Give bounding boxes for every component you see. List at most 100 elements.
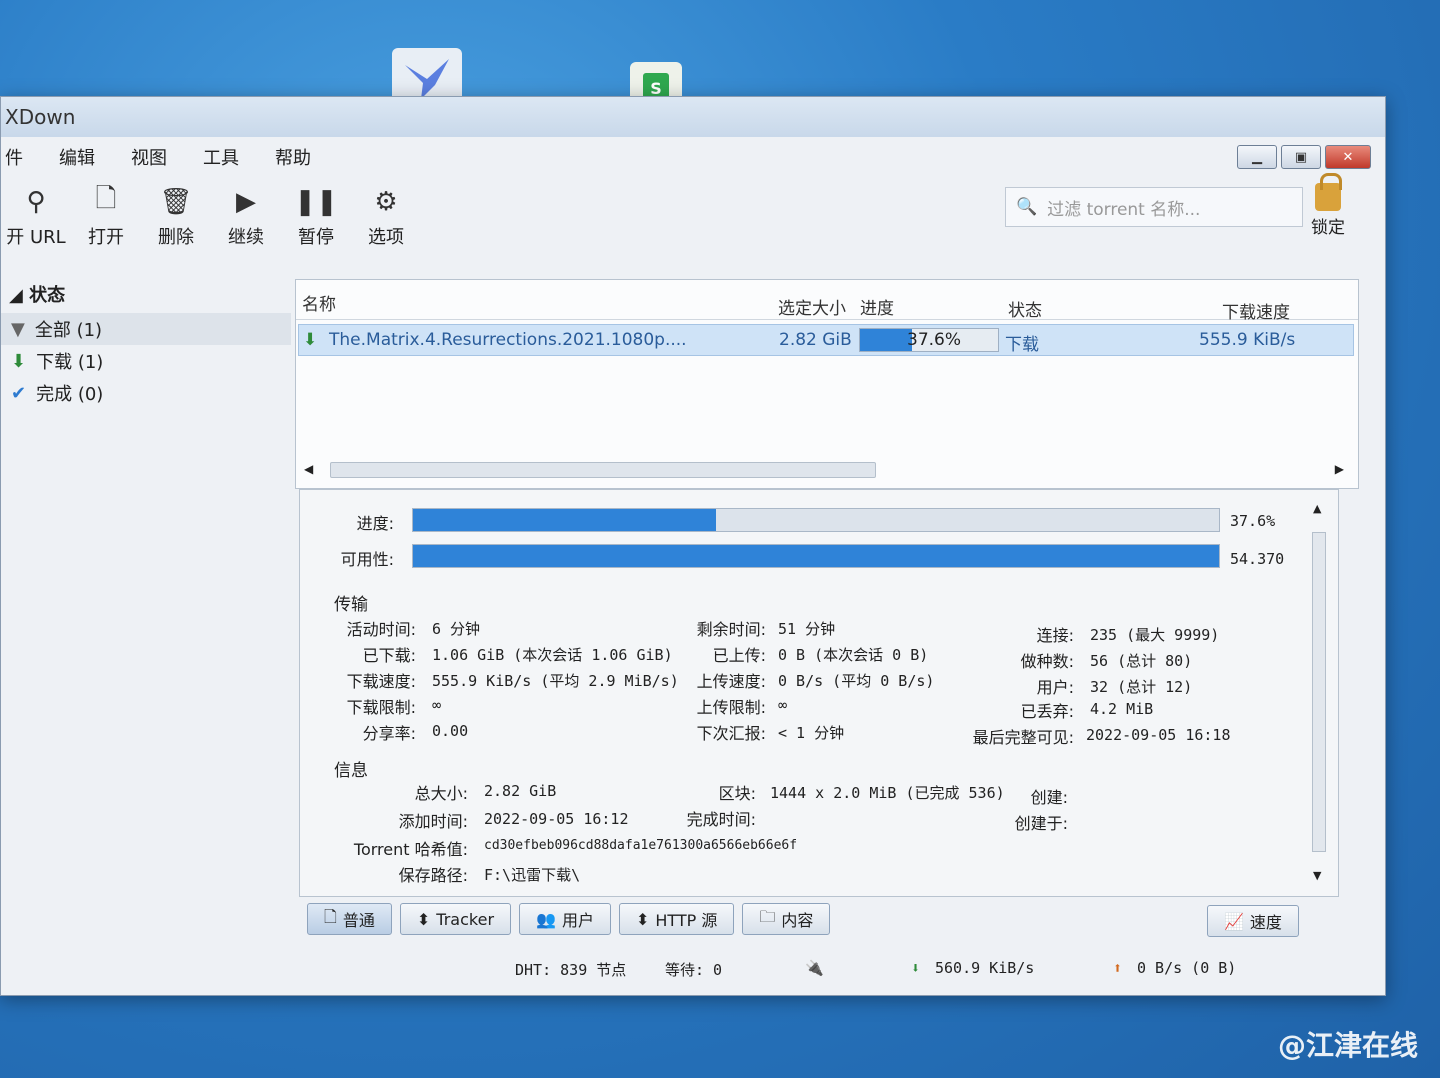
peers-label: 用户: xyxy=(1036,678,1074,697)
column-size[interactable]: 选定大小 xyxy=(778,294,846,319)
pause-button[interactable]: ❚❚ 暂停 xyxy=(281,187,351,249)
open-url-label: 开 URL xyxy=(6,227,66,248)
menu-edit[interactable]: 编辑 xyxy=(55,144,99,170)
download-arrow-icon: ⬇ xyxy=(303,330,318,350)
tab-content[interactable]: 🗀 内容 xyxy=(742,903,831,935)
active-time-label: 活动时间: xyxy=(346,620,416,639)
open-file-button[interactable]: 🗋 打开 xyxy=(71,184,141,249)
connections-label: 连接: xyxy=(1036,626,1074,645)
row-progress-fill xyxy=(860,329,912,351)
column-status[interactable]: 状态 xyxy=(1008,296,1042,321)
eta-label: 剩余时间: xyxy=(696,620,766,639)
download-speed-status[interactable]: 560.9 KiB/s xyxy=(935,959,1034,977)
uploaded-label: 已上传: xyxy=(712,646,766,665)
downloaded-value: 1.06 GiB (本次会话 1.06 GiB) xyxy=(432,646,673,664)
tab-general[interactable]: 🗋 普通 xyxy=(307,903,392,935)
info-section-title: 信息 xyxy=(334,761,368,781)
open-url-button[interactable]: ⚲ 开 URL xyxy=(1,187,71,249)
toolbar: ⚲ 开 URL 🗋 打开 🗑 删除 ▶ 继续 ❚❚ 暂停 ⚙ 选项 🔍 过滤 t… xyxy=(1,173,1385,259)
added-value: 2022-09-05 16:12 xyxy=(484,810,629,828)
reannounce-value: < 1 分钟 xyxy=(778,724,845,742)
tab-label: 速度 xyxy=(1249,913,1282,932)
column-name[interactable]: 名称 xyxy=(302,290,336,315)
eta-value: 51 分钟 xyxy=(778,620,836,638)
transfer-section-title: 传输 xyxy=(334,595,368,615)
tab-peers[interactable]: 👥 用户 xyxy=(519,903,611,935)
watermark: @江津在线 xyxy=(1277,1029,1418,1062)
scroll-right-icon: ▶ xyxy=(1334,462,1344,476)
connection-plug-icon[interactable]: 🔌 xyxy=(805,959,824,977)
lock-button[interactable]: 锁定 xyxy=(1311,173,1345,238)
sidebar-item-downloading[interactable]: ⬇ 下载 (1) xyxy=(1,345,291,377)
lock-label: 锁定 xyxy=(1311,218,1345,238)
column-speed[interactable]: 下载速度 xyxy=(1222,298,1290,323)
filter-input[interactable]: 🔍 过滤 torrent 名称... xyxy=(1005,187,1303,227)
waiting-status: 等待: 0 xyxy=(665,961,723,979)
scroll-up-icon: ▲ xyxy=(1313,502,1322,515)
availability-value: 54.370 xyxy=(1230,550,1285,568)
tab-label: Tracker xyxy=(436,909,495,929)
hash-value: cd30efbeb096cd88dafa1e761300a6566eb66e6f xyxy=(484,838,798,853)
check-icon: ✔ xyxy=(11,382,27,404)
maximize-button[interactable]: ▣ xyxy=(1281,145,1321,169)
menu-view[interactable]: 视图 xyxy=(127,144,171,170)
ul-speed-value: 0 B/s (平均 0 B/s) xyxy=(778,672,935,690)
created-on-label: 创建于: xyxy=(1014,814,1068,833)
upload-speed-icon: ⬆ xyxy=(1113,959,1123,977)
dht-status: DHT: 839 节点 xyxy=(515,961,627,979)
tab-label: 普通 xyxy=(342,911,375,930)
scrollbar-thumb[interactable] xyxy=(1312,532,1326,852)
tracker-icon: ⬍ xyxy=(416,909,431,929)
resume-button[interactable]: ▶ 继续 xyxy=(211,187,281,249)
column-progress[interactable]: 进度 xyxy=(860,294,894,319)
tab-http-sources[interactable]: ⬍ HTTP 源 xyxy=(618,903,735,935)
menu-help[interactable]: 帮助 xyxy=(271,144,315,170)
downloaded-label: 已下载: xyxy=(362,646,416,665)
search-icon: 🔍 xyxy=(1016,197,1038,217)
horizontal-scrollbar[interactable]: ◀ ▶ xyxy=(304,462,1344,480)
play-icon: ▶ xyxy=(236,187,256,217)
tab-speed[interactable]: 📈 速度 xyxy=(1207,905,1299,937)
torrent-name: The.Matrix.4.Resurrections.2021.1080p...… xyxy=(329,330,687,350)
menu-bar: 件 编辑 视图 工具 帮助 xyxy=(1,137,1385,177)
torrent-size: 2.82 GiB xyxy=(779,330,852,350)
ul-speed-label: 上传速度: xyxy=(696,672,766,691)
detail-vertical-scrollbar[interactable]: ▲ ▼ xyxy=(1310,502,1328,882)
detail-panel: 进度: 37.6% 可用性: 54.370 传输 活动时间: 6 分钟 已下载:… xyxy=(299,489,1339,897)
title-bar: XDown xyxy=(1,97,1385,137)
tab-tracker[interactable]: ⬍ Tracker xyxy=(399,903,512,935)
scroll-left-icon: ◀ xyxy=(304,462,314,476)
sidebar-item-all[interactable]: ▼ 全部 (1) xyxy=(1,313,291,345)
pause-icon: ❚❚ xyxy=(294,187,338,217)
close-icon: ✕ xyxy=(1342,149,1354,165)
torrent-status: 下载 xyxy=(1005,335,1039,355)
delete-button[interactable]: 🗑 删除 xyxy=(141,187,211,249)
seeds-label: 做种数: xyxy=(1020,652,1074,671)
dl-limit-value: ∞ xyxy=(432,696,442,714)
doc-icon: 🗋 xyxy=(324,906,337,926)
torrent-speed: 555.9 KiB/s xyxy=(1199,330,1296,350)
sidebar-header[interactable]: ◢ 状态 xyxy=(1,259,291,313)
http-icon: ⬍ xyxy=(635,909,650,929)
tab-label: 内容 xyxy=(781,911,814,930)
row-progress-text: 37.6% xyxy=(907,330,962,350)
chart-icon: 📈 xyxy=(1224,911,1244,931)
scrollbar-thumb[interactable] xyxy=(330,462,876,478)
upload-speed-status[interactable]: 0 B/s (0 B) xyxy=(1137,959,1236,977)
sidebar-item-completed[interactable]: ✔ 完成 (0) xyxy=(1,377,291,409)
availability-bar xyxy=(412,544,1220,568)
sidebar-item-label: 完成 (0) xyxy=(36,384,104,405)
minimize-button[interactable]: ▁ xyxy=(1237,145,1277,169)
download-arrow-icon: ⬇ xyxy=(11,350,27,372)
availability-label: 可用性: xyxy=(340,550,394,569)
ratio-label: 分享率: xyxy=(362,724,416,743)
close-button[interactable]: ✕ xyxy=(1325,145,1371,169)
options-button[interactable]: ⚙ 选项 xyxy=(351,187,421,249)
seeds-value: 56 (总计 80) xyxy=(1090,652,1193,670)
menu-tools[interactable]: 工具 xyxy=(199,144,243,170)
menu-file[interactable]: 件 xyxy=(1,144,27,170)
table-row[interactable]: ⬇ The.Matrix.4.Resurrections.2021.1080p.… xyxy=(298,324,1354,356)
detail-tabs: 🗋 普通 ⬍ Tracker 👥 用户 ⬍ HTTP 源 🗀 内容 xyxy=(307,903,831,935)
availability-bar-fill xyxy=(413,545,1219,567)
filter-placeholder: 过滤 torrent 名称... xyxy=(1047,199,1201,220)
